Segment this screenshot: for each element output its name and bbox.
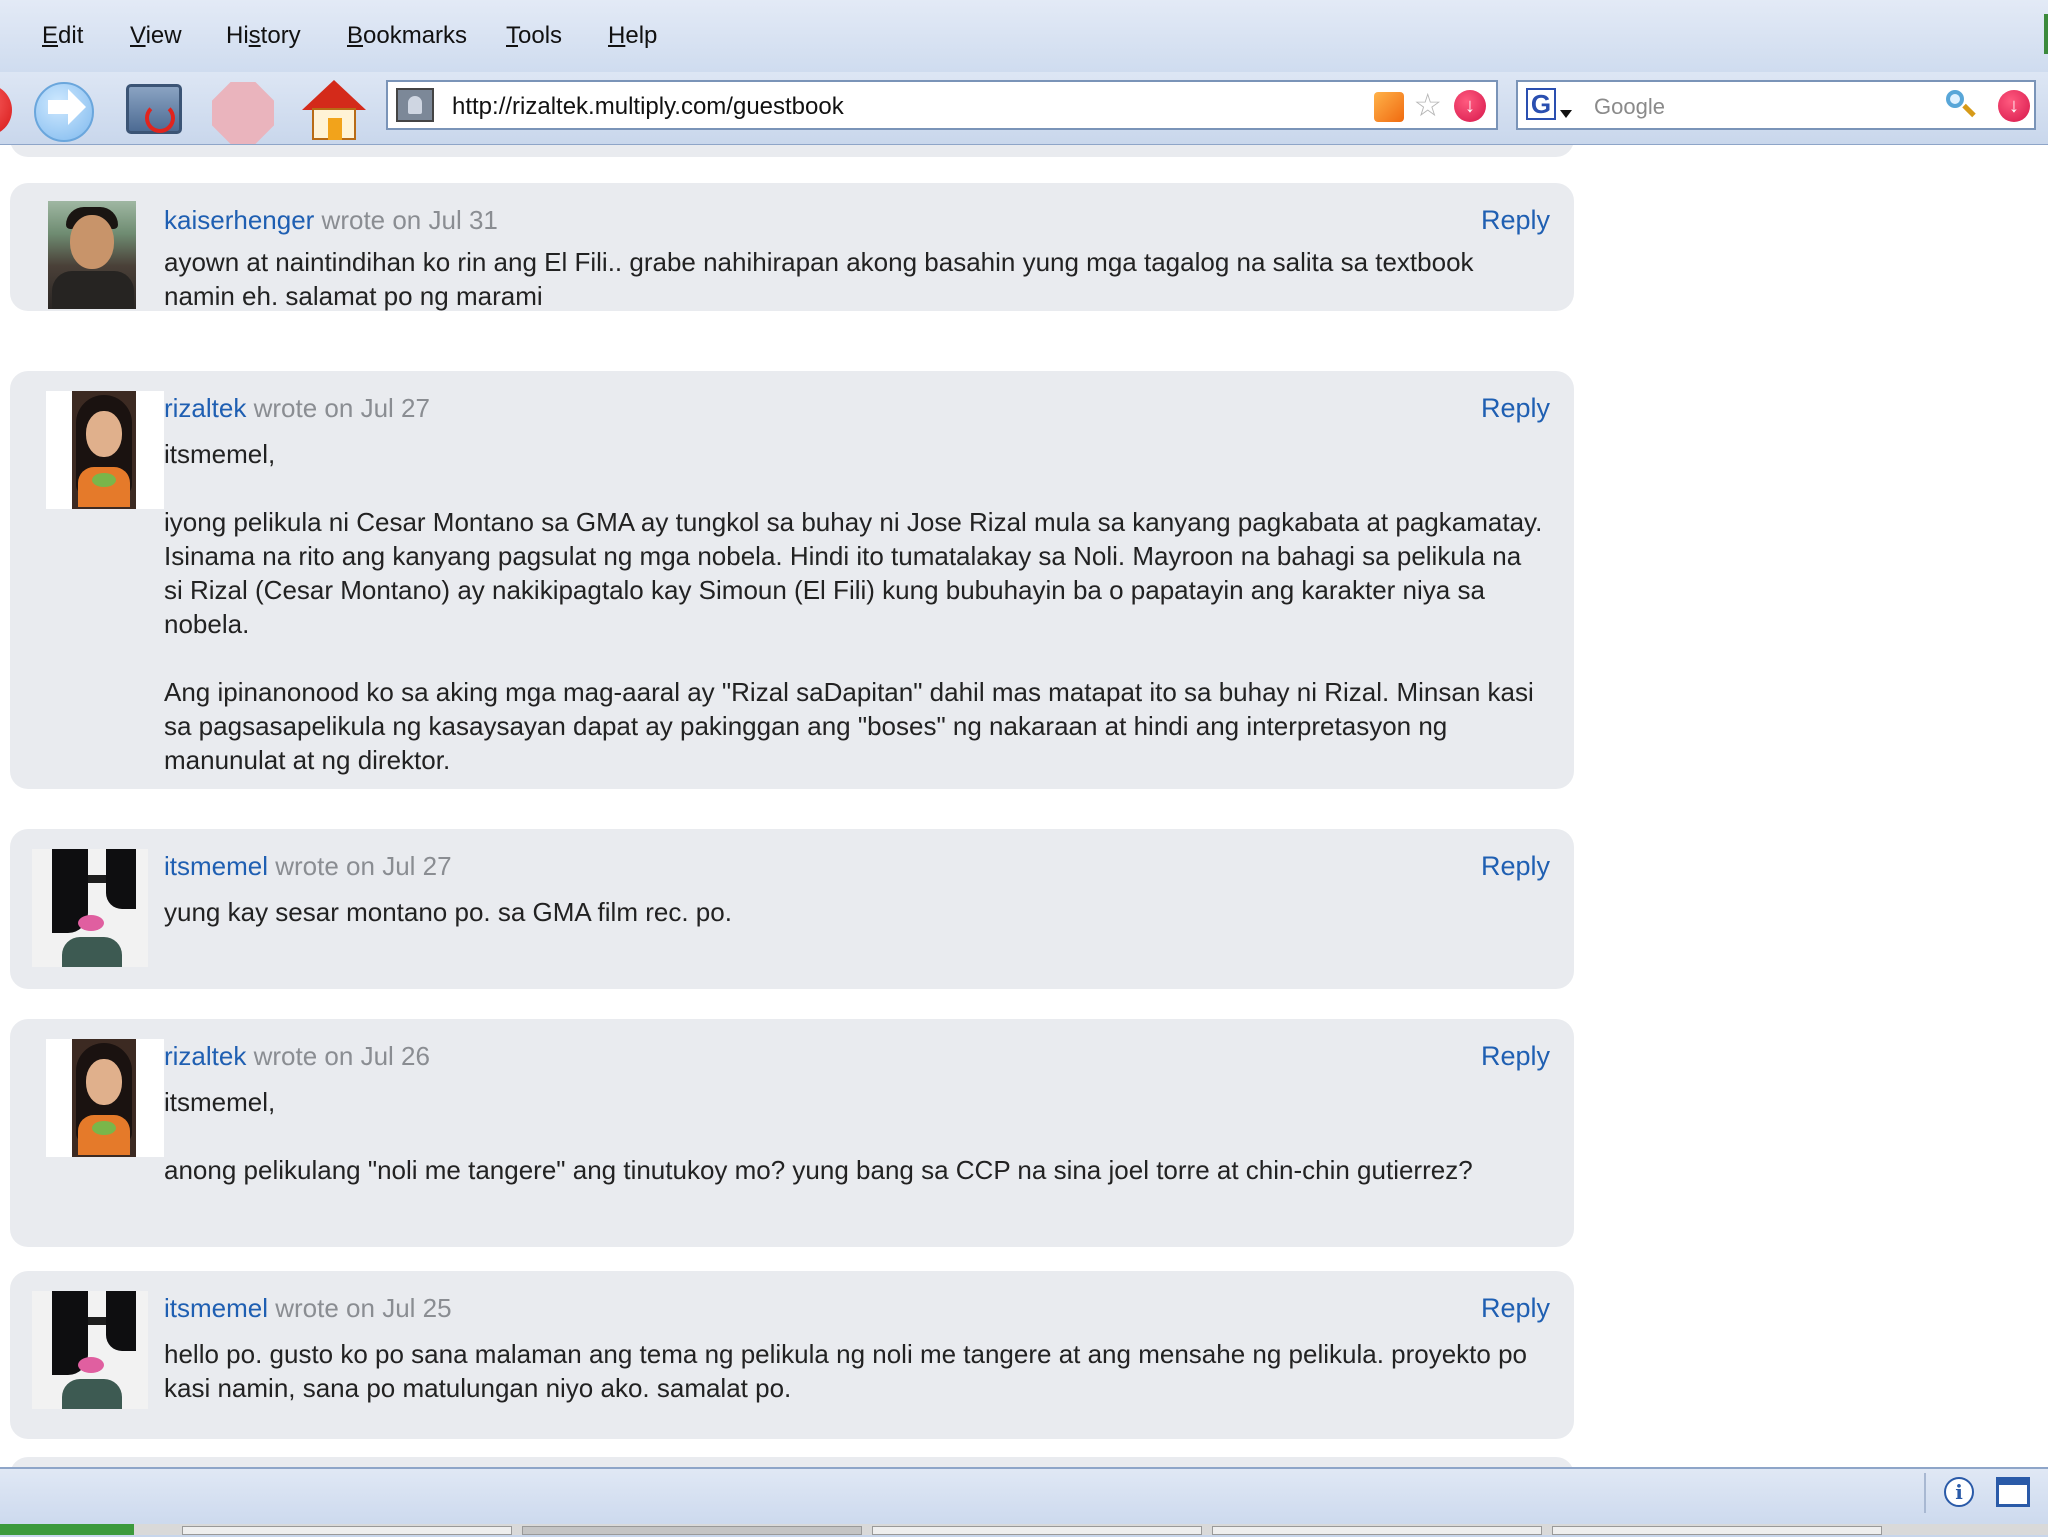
- entry-header: rizaltek wrote on Jul 27: [164, 393, 430, 423]
- author-link[interactable]: itsmemel: [164, 851, 268, 881]
- home-button[interactable]: [302, 78, 366, 142]
- author-link[interactable]: kaiserhenger: [164, 205, 314, 235]
- guestbook-entry: kaiserhenger wrote on Jul 31 Reply ayown…: [10, 183, 1574, 311]
- menu-tools[interactable]: Tools: [506, 22, 562, 50]
- dropdown-icon[interactable]: ↓: [1454, 90, 1486, 122]
- google-engine-icon[interactable]: G: [1526, 86, 1576, 126]
- reply-link[interactable]: Reply: [1481, 851, 1550, 882]
- menu-history[interactable]: History: [226, 22, 301, 50]
- entry-body: hello po. gusto ko po sana malaman ang t…: [164, 1339, 1528, 1403]
- forward-button[interactable]: [34, 78, 98, 142]
- previous-entry-card: [10, 145, 1574, 157]
- entry-header: itsmemel wrote on Jul 25: [164, 1293, 452, 1323]
- entry-body: itsmemel, iyong pelikula ni Cesar Montan…: [164, 439, 1543, 775]
- avatar[interactable]: [32, 849, 148, 967]
- avatar[interactable]: [46, 1039, 164, 1157]
- search-box[interactable]: G Google ↓: [1516, 80, 2036, 130]
- reply-link[interactable]: Reply: [1481, 393, 1550, 424]
- menu-view[interactable]: View: [130, 22, 182, 50]
- entry-header: rizaltek wrote on Jul 26: [164, 1041, 430, 1071]
- avatar[interactable]: [48, 201, 136, 309]
- avatar[interactable]: [46, 391, 164, 509]
- menu-bookmarks[interactable]: Bookmarks: [347, 22, 467, 50]
- taskbar-tab[interactable]: [522, 1526, 862, 1535]
- guestbook-entry: itsmemel wrote on Jul 25 Reply hello po.…: [10, 1271, 1574, 1439]
- taskbar: [0, 1524, 2048, 1535]
- menu-edit[interactable]: Edit: [42, 22, 83, 50]
- entry-date: Jul 26: [360, 1041, 430, 1071]
- bookmark-star-icon[interactable]: ☆: [1413, 88, 1442, 122]
- taskbar-tab[interactable]: [872, 1526, 1202, 1535]
- entry-body: ayown at naintindihan ko rin ang El Fili…: [164, 247, 1474, 311]
- window-icon[interactable]: [1996, 1477, 2030, 1507]
- reply-link[interactable]: Reply: [1481, 1041, 1550, 1072]
- forward-arrow-icon: [48, 89, 86, 125]
- rss-icon[interactable]: [1374, 92, 1404, 122]
- taskbar-tab[interactable]: [1212, 1526, 1542, 1535]
- window-edge: [2044, 14, 2048, 54]
- author-link[interactable]: rizaltek: [164, 1041, 246, 1071]
- entry-date: Jul 25: [382, 1293, 452, 1323]
- author-link[interactable]: itsmemel: [164, 1293, 268, 1323]
- entry-header: itsmemel wrote on Jul 27: [164, 851, 452, 881]
- guestbook-entry: rizaltek wrote on Jul 27 Reply itsmemel,…: [10, 371, 1574, 789]
- page-content: kaiserhenger wrote on Jul 31 Reply ayown…: [0, 145, 2048, 1467]
- entry-date: Jul 27: [360, 393, 430, 423]
- menu-help[interactable]: Help: [608, 22, 657, 50]
- start-button[interactable]: [0, 1524, 134, 1535]
- menu-bar: Edit View History Bookmarks Tools Help: [0, 0, 2048, 73]
- entry-date: Jul 31: [428, 205, 498, 235]
- entry-body: yung kay sesar montano po. sa GMA film r…: [164, 897, 732, 927]
- search-dropdown-icon[interactable]: ↓: [1998, 90, 2030, 122]
- stop-button[interactable]: [212, 78, 276, 144]
- reload-button[interactable]: [124, 78, 188, 142]
- taskbar-tab[interactable]: [1552, 1526, 1882, 1535]
- reply-link[interactable]: Reply: [1481, 205, 1550, 236]
- guestbook-entry: itsmemel wrote on Jul 27 Reply yung kay …: [10, 829, 1574, 989]
- site-icon: [396, 88, 434, 122]
- search-input[interactable]: Google: [1594, 94, 1665, 120]
- url-text[interactable]: http://rizaltek.multiply.com/guestbook: [452, 93, 844, 121]
- status-divider: [1924, 1473, 1926, 1513]
- entry-body: itsmemel, anong pelikulang "noli me tang…: [164, 1087, 1473, 1185]
- search-icon[interactable]: [1946, 90, 1976, 120]
- info-icon[interactable]: i: [1944, 1477, 1974, 1507]
- next-entry-card: [10, 1457, 1574, 1467]
- taskbar-tab[interactable]: [182, 1526, 512, 1535]
- home-icon: [302, 80, 366, 110]
- back-button[interactable]: [0, 78, 24, 142]
- back-icon: [0, 84, 12, 136]
- author-link[interactable]: rizaltek: [164, 393, 246, 423]
- entry-date: Jul 27: [382, 851, 452, 881]
- avatar[interactable]: [32, 1291, 148, 1409]
- entry-header: kaiserhenger wrote on Jul 31: [164, 205, 498, 235]
- stop-icon: [212, 82, 274, 144]
- address-bar[interactable]: http://rizaltek.multiply.com/guestbook ☆…: [386, 80, 1498, 130]
- reply-link[interactable]: Reply: [1481, 1293, 1550, 1324]
- reload-icon: [126, 84, 182, 134]
- navigation-toolbar: http://rizaltek.multiply.com/guestbook ☆…: [0, 72, 2048, 145]
- guestbook-entry: rizaltek wrote on Jul 26 Reply itsmemel,…: [10, 1019, 1574, 1247]
